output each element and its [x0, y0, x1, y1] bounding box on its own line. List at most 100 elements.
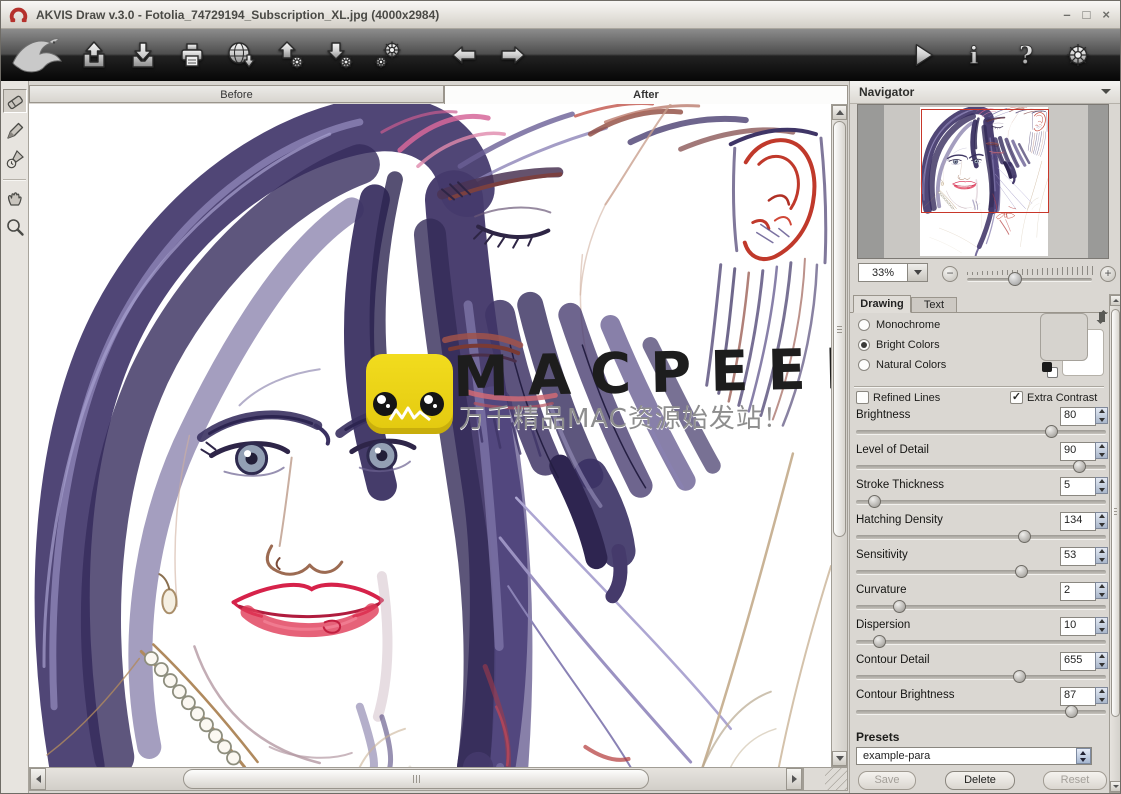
- preset-spinner[interactable]: [1076, 748, 1091, 764]
- zoom-value-input[interactable]: 33%: [858, 263, 908, 282]
- slider-value-input[interactable]: 53: [1060, 547, 1096, 566]
- slider-track[interactable]: [856, 430, 1106, 435]
- slider-spinner[interactable]: [1095, 652, 1108, 669]
- slider-value-input[interactable]: 2: [1060, 582, 1096, 601]
- slider-value-input[interactable]: 134: [1060, 512, 1096, 531]
- settings-button[interactable]: [1060, 35, 1096, 75]
- scroll-right-button[interactable]: [786, 768, 802, 790]
- forward-button[interactable]: [495, 35, 531, 75]
- slider-thumb[interactable]: [1018, 530, 1031, 543]
- reset-preset-button[interactable]: Reset: [1043, 771, 1107, 790]
- title-bar[interactable]: AKVIS Draw v.3.0 - Fotolia_74729194_Subs…: [1, 1, 1120, 29]
- default-colors-icon[interactable]: [1042, 362, 1058, 378]
- slider-track[interactable]: [856, 570, 1106, 575]
- slider-spinner[interactable]: [1095, 512, 1108, 529]
- tab-before[interactable]: Before: [29, 85, 444, 103]
- slider-thumb[interactable]: [893, 600, 906, 613]
- zoom-slider-track[interactable]: [967, 278, 1092, 282]
- pencil-tool[interactable]: [3, 119, 27, 143]
- import-presets-button[interactable]: [272, 35, 308, 75]
- slider-track[interactable]: [856, 675, 1106, 680]
- slider-track[interactable]: [856, 500, 1106, 505]
- slider-spinner[interactable]: [1095, 547, 1108, 564]
- zoom-slider-thumb[interactable]: [1008, 272, 1022, 286]
- slider-thumb[interactable]: [1065, 705, 1078, 718]
- slider-value-input[interactable]: 5: [1060, 477, 1096, 496]
- checkbox-extra-contrast[interactable]: ✓: [1010, 391, 1023, 404]
- vertical-scroll-thumb[interactable]: [833, 121, 846, 537]
- slider-value-input[interactable]: 90: [1060, 442, 1096, 461]
- slider-value-input[interactable]: 80: [1060, 407, 1096, 426]
- slider-thumb[interactable]: [1013, 670, 1026, 683]
- info-button[interactable]: i: [956, 35, 992, 75]
- canvas[interactable]: MACPEERS 万千精品MAC资源始发站！: [29, 104, 831, 767]
- run-button[interactable]: [904, 35, 940, 75]
- scroll-up-button[interactable]: [832, 105, 847, 120]
- slider-value-input[interactable]: 87: [1060, 687, 1096, 706]
- slider-spinner[interactable]: [1095, 687, 1108, 704]
- radio-natural-colors[interactable]: [858, 359, 870, 371]
- slider-value-input[interactable]: 655: [1060, 652, 1096, 671]
- zoom-in-button[interactable]: +: [1100, 266, 1116, 282]
- tab-text[interactable]: Text: [911, 297, 957, 313]
- panel-scroll-down[interactable]: [1110, 781, 1121, 792]
- delete-preset-button[interactable]: Delete: [945, 771, 1015, 790]
- radio-bright-colors[interactable]: [858, 339, 870, 351]
- panel-scroll-thumb[interactable]: [1111, 309, 1120, 717]
- slider-thumb[interactable]: [1015, 565, 1028, 578]
- slider-track[interactable]: [856, 535, 1106, 540]
- back-button[interactable]: [446, 35, 482, 75]
- export-presets-button[interactable]: [321, 35, 357, 75]
- resize-grip[interactable]: [803, 767, 848, 791]
- hand-tool[interactable]: [3, 185, 27, 209]
- navigator-collapse-arrow[interactable]: [1101, 89, 1111, 99]
- slider-value-input[interactable]: 10: [1060, 617, 1096, 636]
- save-preset-button[interactable]: Save: [858, 771, 916, 790]
- slider-thumb[interactable]: [1045, 425, 1058, 438]
- slider-thumb[interactable]: [868, 495, 881, 508]
- history-brush-tool[interactable]: [3, 147, 27, 171]
- slider-spinner[interactable]: [1095, 407, 1108, 424]
- panel-scroll-up[interactable]: [1110, 295, 1121, 306]
- tab-drawing[interactable]: Drawing: [853, 295, 911, 313]
- navigator-view-frame[interactable]: [921, 109, 1049, 213]
- print-button[interactable]: [174, 35, 210, 75]
- tab-after[interactable]: After: [444, 85, 848, 104]
- scroll-down-button[interactable]: [832, 751, 847, 766]
- slider-spinner[interactable]: [1095, 617, 1108, 634]
- maximize-button[interactable]: □: [1083, 7, 1091, 22]
- zoom-out-button[interactable]: −: [942, 266, 958, 282]
- open-button[interactable]: [76, 35, 112, 75]
- radio-monochrome[interactable]: [858, 319, 870, 331]
- web-download-button[interactable]: [223, 35, 259, 75]
- canvas-vertical-scrollbar[interactable]: [831, 104, 848, 767]
- minimize-button[interactable]: –: [1063, 7, 1070, 22]
- slider-track[interactable]: [856, 465, 1106, 470]
- swap-colors-icon[interactable]: [1093, 309, 1109, 325]
- slider-thumb[interactable]: [1073, 460, 1086, 473]
- preset-select[interactable]: example-para: [856, 747, 1092, 765]
- slider-spinner[interactable]: [1095, 477, 1108, 494]
- save-button[interactable]: [125, 35, 161, 75]
- scroll-left-button[interactable]: [30, 768, 46, 790]
- slider-track[interactable]: [856, 605, 1106, 610]
- canvas-horizontal-scrollbar[interactable]: [29, 767, 803, 791]
- eraser-tool[interactable]: [3, 89, 27, 113]
- slider-spinner[interactable]: [1095, 582, 1108, 599]
- close-button[interactable]: ×: [1102, 7, 1110, 22]
- horizontal-scroll-thumb[interactable]: [183, 769, 649, 789]
- slider-track[interactable]: [856, 710, 1106, 715]
- slider-spinner[interactable]: [1095, 442, 1108, 459]
- slider-track[interactable]: [856, 640, 1106, 645]
- stroke-color-swatch[interactable]: [1040, 313, 1088, 361]
- radio-label: Monochrome: [876, 319, 940, 331]
- zoom-tool[interactable]: [3, 215, 27, 239]
- preferences-button[interactable]: [370, 35, 406, 75]
- navigator-header[interactable]: Navigator: [850, 81, 1121, 104]
- navigator-preview[interactable]: [857, 104, 1109, 259]
- slider-thumb[interactable]: [873, 635, 886, 648]
- checkbox-refined-lines[interactable]: [856, 391, 869, 404]
- help-button[interactable]: ?: [1008, 35, 1044, 75]
- zoom-dropdown-button[interactable]: [907, 263, 928, 282]
- panel-scrollbar[interactable]: [1109, 294, 1121, 793]
